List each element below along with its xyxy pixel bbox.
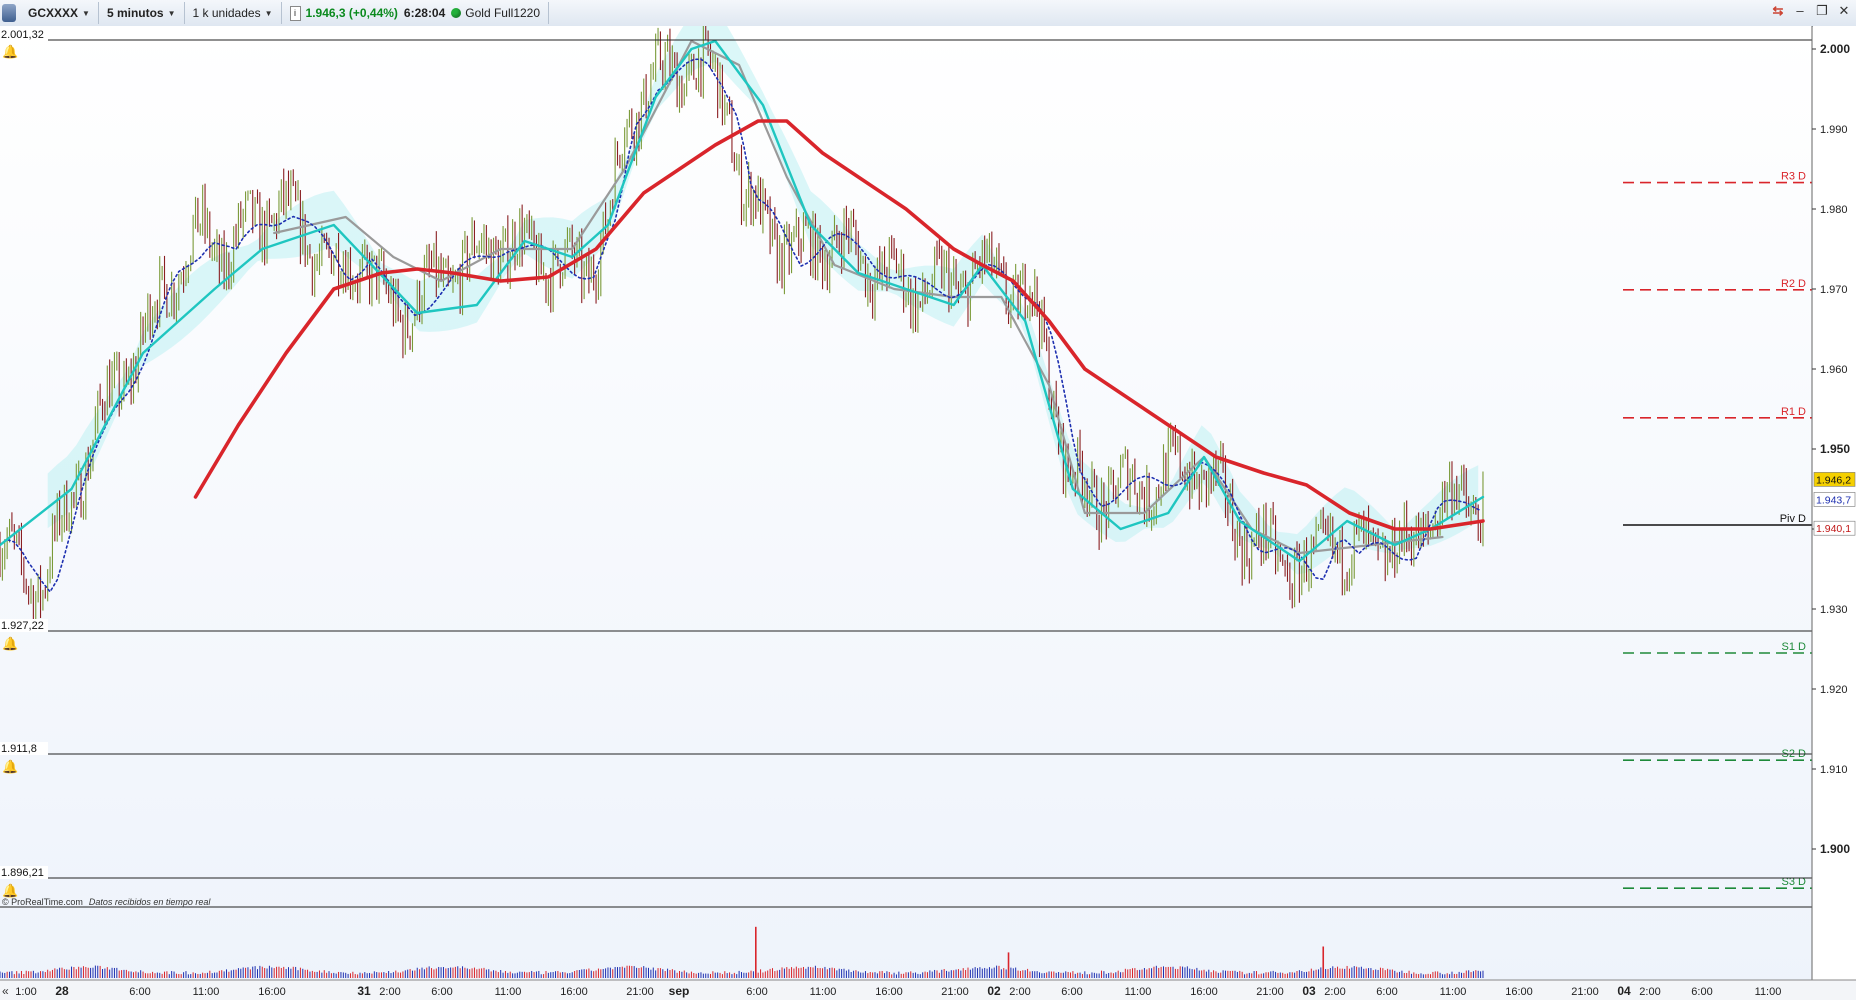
time-tick-label: 02: [987, 984, 1001, 998]
restore-icon[interactable]: ❐: [1814, 3, 1830, 19]
time-tick-label: 6:00: [1376, 986, 1397, 998]
symbol-label: GCXXXX: [28, 6, 79, 20]
prorealtime-logo-icon: [2, 4, 16, 22]
time-tick-label: 03: [1302, 984, 1316, 998]
time-tick-label: 2:00: [379, 986, 400, 998]
time-tick-label: 11:00: [1125, 986, 1152, 998]
time-tick-label: 04: [1617, 984, 1631, 998]
time-tick-label: 1:00: [15, 986, 36, 998]
data-credit: © ProRealTime.com Datos recibidos en tiem…: [2, 897, 210, 907]
range-label: 1.927,22: [1, 620, 44, 632]
contract-name: Gold Full1220: [465, 6, 541, 20]
time-tick-label: 16:00: [258, 986, 286, 998]
price-tick-label: 1.990: [1820, 124, 1848, 136]
scroll-left-icon: «: [2, 984, 9, 998]
interval-label: 5 minutos: [106, 6, 164, 20]
interval-selector[interactable]: 5 minutos ▼: [99, 2, 185, 24]
time-tick-label: 2:00: [1639, 986, 1660, 998]
time-tick-label: 16:00: [1190, 986, 1218, 998]
price-tick-label: 2.000: [1820, 42, 1850, 56]
minimize-icon[interactable]: –: [1792, 3, 1808, 19]
range-label: 2.001,32: [1, 29, 44, 41]
time-tick-label: 6:00: [1691, 986, 1712, 998]
price-chart[interactable]: R3 D1.983,3R2 D1.969,9R1 D1.953,9Piv D1.…: [0, 26, 1856, 1000]
pivot-name: S1 D: [1782, 641, 1807, 653]
last-price: 1.946,3 (+0,44%): [305, 6, 398, 20]
units-selector[interactable]: 1 k unidades ▼: [185, 2, 282, 24]
time-tick-label: 11:00: [1440, 986, 1467, 998]
alert-bell-icon: 🔔: [2, 636, 18, 651]
alert-bell-icon: 🔔: [2, 883, 18, 898]
range-label: 1.896,21: [1, 867, 44, 879]
time-tick-label: 28: [55, 984, 69, 998]
alert-bell-icon: 🔔: [2, 759, 18, 774]
chevron-down-icon: ▼: [264, 8, 273, 18]
time-tick-label: 11:00: [193, 986, 220, 998]
time-tick-label: 6:00: [746, 986, 767, 998]
status-dot-icon: [451, 8, 462, 18]
window-controls: ⇆ – ❐ ✕: [1770, 3, 1852, 19]
price-tick-label: 1.930: [1820, 604, 1848, 616]
time-tick-label: 6:00: [129, 986, 150, 998]
price-tag-value: 1.943,7: [1816, 494, 1851, 506]
pivot-name: R3 D: [1781, 171, 1806, 183]
price-tick-label: 1.920: [1820, 684, 1848, 696]
credit-text: © ProRealTime.com: [2, 897, 83, 907]
time-tick-label: 6:00: [431, 986, 452, 998]
chart-toolbar: GCXXXX ▼ 5 minutos ▼ 1 k unidades ▼ i 1.…: [0, 0, 1856, 27]
time-tick-label: 2:00: [1324, 986, 1345, 998]
quote-time: 6:28:04: [403, 6, 446, 20]
pivot-name: R1 D: [1781, 406, 1806, 418]
time-tick-label: 21:00: [941, 986, 969, 998]
price-tag-value: 1.940,1: [1816, 523, 1851, 535]
time-tick-label: 31: [357, 984, 371, 998]
range-label: 1.911,8: [1, 743, 37, 755]
chevron-down-icon: ▼: [82, 8, 90, 18]
quote-info: i 1.946,3 (+0,44%) 6:28:04 Gold Full1220: [282, 2, 550, 24]
time-tick-label: 16:00: [1505, 986, 1533, 998]
time-tick-label: 11:00: [1755, 986, 1782, 998]
pivot-name: R2 D: [1781, 278, 1806, 290]
price-tick-label: 1.980: [1820, 204, 1848, 216]
price-tick-label: 1.960: [1820, 364, 1848, 376]
symbol-selector[interactable]: GCXXXX ▼: [20, 2, 99, 24]
price-tick-label: 1.910: [1820, 764, 1848, 776]
chart-background: [0, 26, 1812, 998]
realtime-text: Datos recibidos en tiempo real: [88, 897, 211, 907]
time-tick-label: 16:00: [875, 986, 903, 998]
time-tick-label: 21:00: [1571, 986, 1599, 998]
time-tick-label: 21:00: [1256, 986, 1284, 998]
close-icon[interactable]: ✕: [1836, 3, 1852, 19]
info-icon[interactable]: i: [289, 5, 301, 21]
pivot-name: Piv D: [1780, 513, 1806, 525]
time-tick-label: 16:00: [560, 986, 588, 998]
alert-bell-icon: 🔔: [2, 44, 18, 59]
time-tick-label: 2:00: [1009, 986, 1030, 998]
time-tick-label: sep: [669, 984, 690, 998]
time-tick-label: 21:00: [626, 986, 654, 998]
time-tick-label: 11:00: [810, 986, 837, 998]
price-tag-value: 1.946,2: [1816, 474, 1851, 486]
price-tick-label: 1.970: [1820, 284, 1848, 296]
sync-icon[interactable]: ⇆: [1770, 3, 1786, 19]
units-label: 1 k unidades: [192, 6, 261, 20]
time-tick-label: 6:00: [1061, 986, 1082, 998]
chevron-down-icon: ▼: [167, 8, 176, 18]
price-tick-label: 1.900: [1820, 842, 1850, 856]
time-tick-label: 11:00: [495, 986, 522, 998]
price-tick-label: 1.950: [1820, 442, 1850, 456]
time-axis[interactable]: « 1:00 28 6:00 11:00 16:00 31 2:00 6:00 11:00 16:0…: [0, 979, 1856, 1000]
